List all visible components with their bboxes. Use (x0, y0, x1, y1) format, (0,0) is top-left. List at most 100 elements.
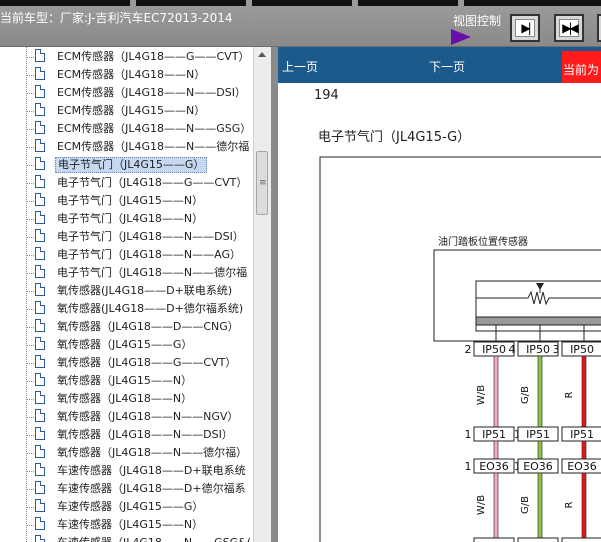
scroll-up-icon[interactable] (258, 52, 266, 57)
tree-item-label: 电子节气门（JL4G18——N——DSI） (57, 230, 244, 243)
wire-code: R (564, 501, 575, 508)
tree-item[interactable]: 电子节气门（JL4G18——N——德尔福 (26, 264, 253, 282)
connector-row-top: IP502 IP504 IP503 (465, 341, 601, 357)
document-icon (35, 265, 45, 278)
header-tab-strip (358, 0, 458, 6)
tree-item[interactable]: 氧传感器(JL4G18——D+联电系统) (26, 282, 253, 300)
tree-item[interactable]: 车速传感器（JL4G18——D+联电系统 (26, 462, 253, 480)
view-control-arrow-icon[interactable] (451, 29, 471, 45)
tree-item[interactable]: 电子节气门（JL4G15——G） (26, 156, 253, 174)
document-icon (35, 517, 45, 530)
document-icon (35, 193, 45, 206)
tree-connector (26, 507, 34, 508)
document-icon (35, 373, 45, 386)
tree-item[interactable]: 氧传感器（JL4G18——G——CVT） (26, 354, 253, 372)
connector-pin: 3 (553, 343, 560, 356)
tree-item[interactable]: 电子节气门（JL4G18——N——AG） (26, 246, 253, 264)
tree-connector (26, 93, 34, 94)
tree-item[interactable]: ECM传感器（JL4G18——N——德尔福 (26, 138, 253, 156)
tree-item[interactable]: 氧传感器（JL4G18——N） (26, 390, 253, 408)
tree-connector (26, 417, 34, 418)
tree-item[interactable]: 车速传感器（JL4G18——D+德尔福系 (26, 480, 253, 498)
document-icon (35, 283, 45, 296)
tree-connector (26, 111, 34, 112)
connector-name: IP50 (570, 343, 594, 356)
tree-item[interactable]: 氧传感器（JL4G18——N——DSI） (26, 426, 253, 444)
tree-connector (26, 255, 34, 256)
tree-item[interactable]: 氧传感器（JL4G18——N——德尔福） (26, 444, 253, 462)
tree-scrollbar[interactable]: ≡ (253, 47, 271, 542)
tree-item-label: 氧传感器(JL4G18——D+德尔福系统) (57, 302, 244, 315)
wire-segment (581, 472, 587, 539)
document-icon (35, 391, 45, 404)
document-icon (35, 481, 45, 494)
header-tab-strip (252, 0, 352, 6)
wire-segment (537, 472, 543, 539)
prev-page-link[interactable]: 上一页 (282, 58, 318, 75)
tree-item[interactable]: 氧传感器（JL4G15——G） (26, 336, 253, 354)
document-icon (35, 463, 45, 476)
header-tab-strip (0, 0, 130, 6)
tree-item[interactable]: 车速传感器（JL4G15——N） (26, 516, 253, 534)
tree-item-label: 氧传感器（JL4G18——N——NGV） (57, 410, 239, 423)
tree-item[interactable]: 电子节气门（JL4G18——G——CVT） (26, 174, 253, 192)
next-view-button[interactable]: ▶| (510, 14, 540, 42)
tree-item[interactable]: 电子节气门（JL4G15——N） (26, 192, 253, 210)
wire-row-upper: W/B G/B R (476, 355, 587, 428)
connector-name: IP50 (482, 343, 506, 356)
document-icon (35, 229, 45, 242)
tree-item-label: ECM传感器（JL4G18——N——GSG） (57, 122, 252, 135)
arrow-right-bar-icon: ▶| (521, 21, 531, 35)
more-view-button[interactable] (597, 14, 601, 42)
connector-pin: 2 (465, 343, 472, 356)
scrollbar-thumb[interactable]: ≡ (256, 151, 268, 215)
tree-item-label: 电子节气门（JL4G15——N） (57, 194, 204, 207)
wire-segment (493, 355, 499, 428)
tree-connector (26, 57, 34, 58)
fit-view-button[interactable]: ▶|◀ (554, 14, 584, 42)
connector-name: EO36 (523, 460, 553, 473)
tree-connector (26, 219, 34, 220)
fit-width-icon: ▶|◀ (562, 21, 579, 35)
tree-item-label: 车速传感器（JL4G18——D+联电系统 (57, 464, 246, 477)
tree-item[interactable]: 氧传感器（JL4G15——N） (26, 372, 253, 390)
grip-icon: ≡ (259, 178, 267, 188)
tree-item[interactable]: ECM传感器（JL4G18——N） (26, 66, 253, 84)
top-header-bar: 当前车型：厂家:J-吉利汽车EC72013-2014 视图控制 ▶| ▶|◀ (0, 0, 601, 47)
tree-item-label: 车速传感器（JL4G15——G） (57, 500, 204, 513)
document-icon (35, 49, 45, 62)
next-page-link[interactable]: 下一页 (429, 58, 465, 75)
tree-item-label: 氧传感器（JL4G18——D——CNG） (57, 320, 239, 333)
tree-item-label: ECM传感器（JL4G18——G——CVT） (57, 50, 250, 63)
tree-item[interactable]: ECM传感器（JL4G15——N） (26, 102, 253, 120)
tree-item[interactable]: 电子节气门（JL4G18——N——DSI） (26, 228, 253, 246)
tree-item[interactable]: 车速传感器（JL4G15——G） (26, 498, 253, 516)
tree-item[interactable]: 车速传感器（JL4G18——N——GSG&( (26, 534, 253, 542)
wire-segment (581, 440, 587, 460)
tree-item-label: ECM传感器（JL4G18——N——德尔福 (57, 140, 250, 153)
wire-segment (493, 440, 499, 460)
wire-segment (537, 355, 543, 428)
tree-item[interactable]: ECM传感器（JL4G18——N——DSI） (26, 84, 253, 102)
document-icon (35, 319, 45, 332)
tree-item-label: ECM传感器（JL4G18——N——DSI） (57, 86, 246, 99)
tree-item[interactable]: ECM传感器（JL4G18——G——CVT） (26, 48, 253, 66)
tree-item[interactable]: 氧传感器(JL4G18——D+德尔福系统) (26, 300, 253, 318)
header-tab-strip (136, 0, 246, 6)
tree-connector (26, 489, 34, 490)
tree-connector (26, 273, 34, 274)
document-icon (35, 337, 45, 350)
connector-name: IP51 (482, 428, 506, 441)
tree-connector (26, 165, 34, 166)
pane-splitter[interactable] (271, 47, 278, 542)
tree-item-label: ECM传感器（JL4G15——N） (57, 104, 206, 117)
document-icon (35, 211, 45, 224)
wire-code: W/B (476, 495, 487, 515)
tree-item[interactable]: 电子节气门（JL4G18——N） (26, 210, 253, 228)
tree-connector (26, 381, 34, 382)
tree-item[interactable]: 氧传感器（JL4G18——N——NGV） (26, 408, 253, 426)
page-navigation-bar: 上一页 下一页 当前为 (278, 47, 601, 83)
tree-item[interactable]: 氧传感器（JL4G18——D——CNG） (26, 318, 253, 336)
wire-segment (493, 472, 499, 539)
tree-item[interactable]: ECM传感器（JL4G18——N——GSG） (26, 120, 253, 138)
